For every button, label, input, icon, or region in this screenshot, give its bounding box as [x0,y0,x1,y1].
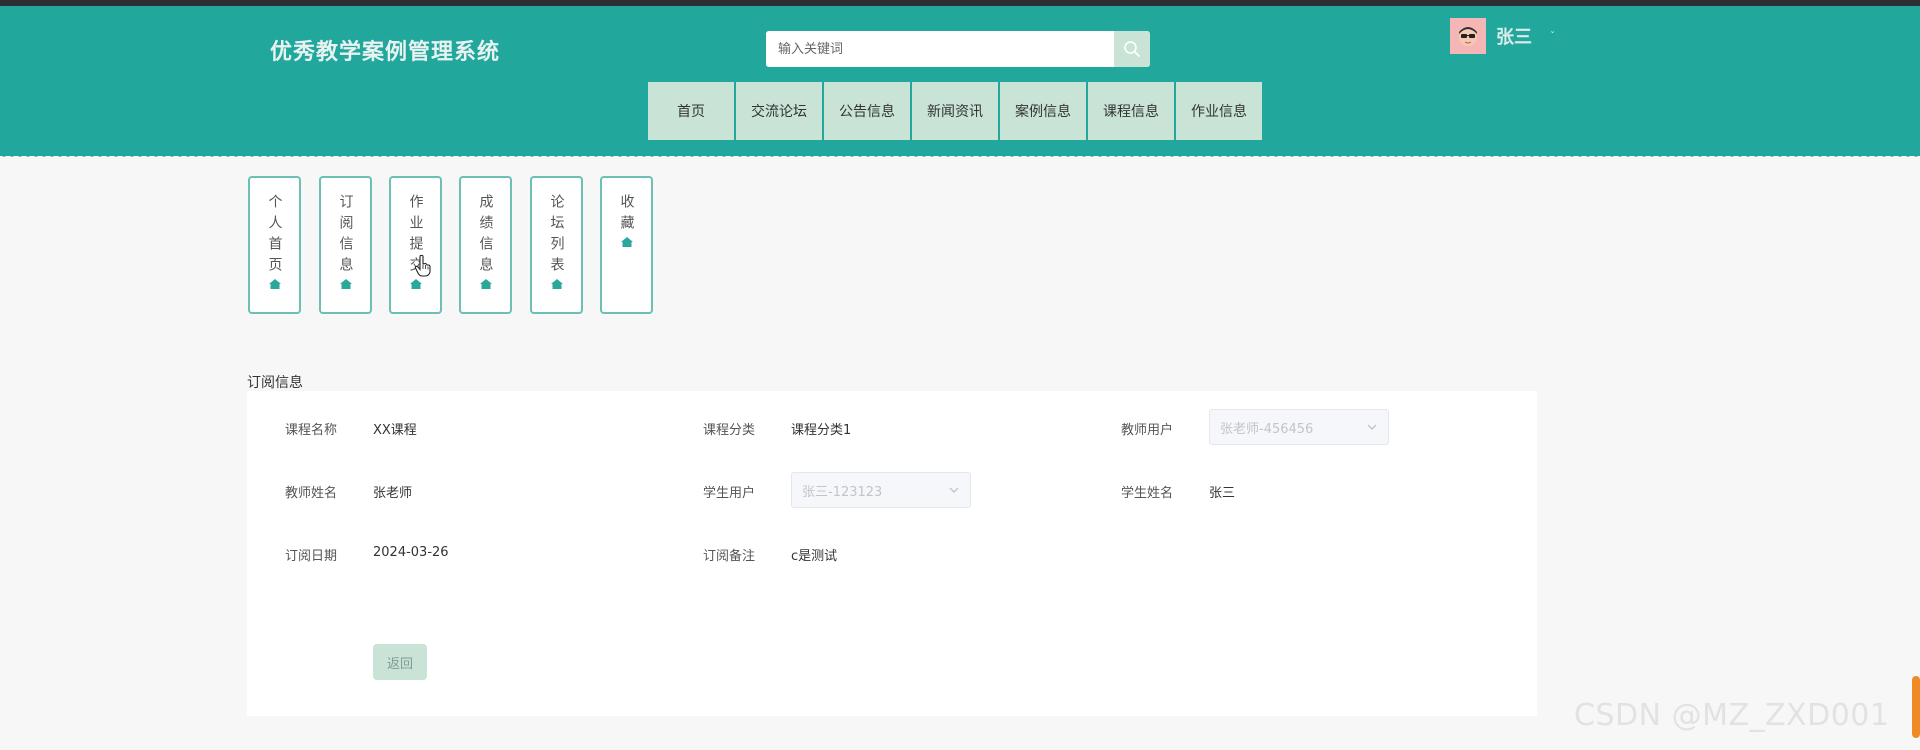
tab-homework-submit[interactable]: 作业提交 [389,176,442,314]
nav-item-homework[interactable]: 作业信息 [1176,82,1262,140]
student-user-label: 学生用户 [702,486,755,501]
home-icon [409,279,422,289]
subscription-detail-form: 课程名称 XX课程 课程分类 课程分类1 教师用户 张老师-456456 教师姓… [247,391,1537,716]
teacher-user-select[interactable]: 张老师-456456 [1209,409,1389,445]
teacher-name-value: 张老师 [373,486,413,501]
subscribe-note-value: c是测试 [791,549,838,564]
teacher-user-value: 张老师-456456 [1220,421,1314,437]
site-header: 优秀教学案例管理系统 张三 ˇ 首页 交流论坛 公告信息 新闻资讯 [0,6,1920,156]
course-category-value: 课程分类1 [791,423,852,438]
nav-item-news[interactable]: 新闻资讯 [912,82,998,140]
home-icon [479,279,492,289]
course-name-label: 课程名称 [284,423,337,438]
tab-favorites[interactable]: 收藏 [600,176,653,314]
username: 张三 [1496,27,1532,48]
scroll-indicator[interactable] [1912,676,1920,738]
home-icon [268,279,281,289]
home-icon [550,279,563,289]
avatar-face-icon [1459,27,1477,46]
chevron-down-icon: ˇ [1550,30,1555,42]
user-menu[interactable]: 张三 ˇ [1450,18,1555,54]
tab-label: 收藏 [618,194,635,236]
nav-item-courses[interactable]: 课程信息 [1088,82,1174,140]
subscribe-date-label: 订阅日期 [284,549,337,564]
course-name-value: XX课程 [373,423,417,438]
student-name-value: 张三 [1209,486,1236,501]
tab-subscriptions[interactable]: 订阅信息 [319,176,372,314]
course-category-label: 课程分类 [702,423,755,438]
tab-grades[interactable]: 成绩信息 [459,176,512,314]
search-button[interactable] [1114,31,1150,67]
section-title: 订阅信息 [247,375,303,391]
tab-label: 成绩信息 [477,194,494,278]
nav-item-notice[interactable]: 公告信息 [824,82,910,140]
tab-personal-home[interactable]: 个人首页 [248,176,301,314]
main-nav: 首页 交流论坛 公告信息 新闻资讯 案例信息 课程信息 作业信息 [648,82,1262,140]
nav-item-home[interactable]: 首页 [648,82,734,140]
search-input[interactable] [766,31,1114,67]
search-box [766,31,1150,67]
site-title: 优秀教学案例管理系统 [270,40,501,65]
tab-label: 论坛列表 [548,194,565,278]
student-user-select[interactable]: 张三-123123 [791,472,971,508]
student-name-label: 学生姓名 [1120,486,1173,501]
chevron-down-icon [949,487,959,493]
subscribe-note-label: 订阅备注 [702,549,755,564]
chevron-down-icon [1367,424,1377,430]
teacher-user-label: 教师用户 [1120,423,1173,438]
home-icon [339,279,352,289]
avatar [1450,18,1486,54]
search-icon [1124,41,1140,57]
teacher-name-label: 教师姓名 [284,486,337,501]
tab-label: 订阅信息 [337,194,354,278]
nav-item-forum[interactable]: 交流论坛 [736,82,822,140]
hand-cursor-icon [414,254,431,277]
home-icon [620,237,633,247]
tab-label: 个人首页 [266,194,283,278]
header-wave-border [0,154,1920,160]
watermark: CSDN @MZ_ZXD001 [1574,698,1890,733]
back-button[interactable]: 返回 [373,644,427,680]
tab-forum-list[interactable]: 论坛列表 [530,176,583,314]
nav-item-cases[interactable]: 案例信息 [1000,82,1086,140]
subscribe-date-value: 2024-03-26 [373,545,449,560]
student-user-value: 张三-123123 [802,484,883,500]
